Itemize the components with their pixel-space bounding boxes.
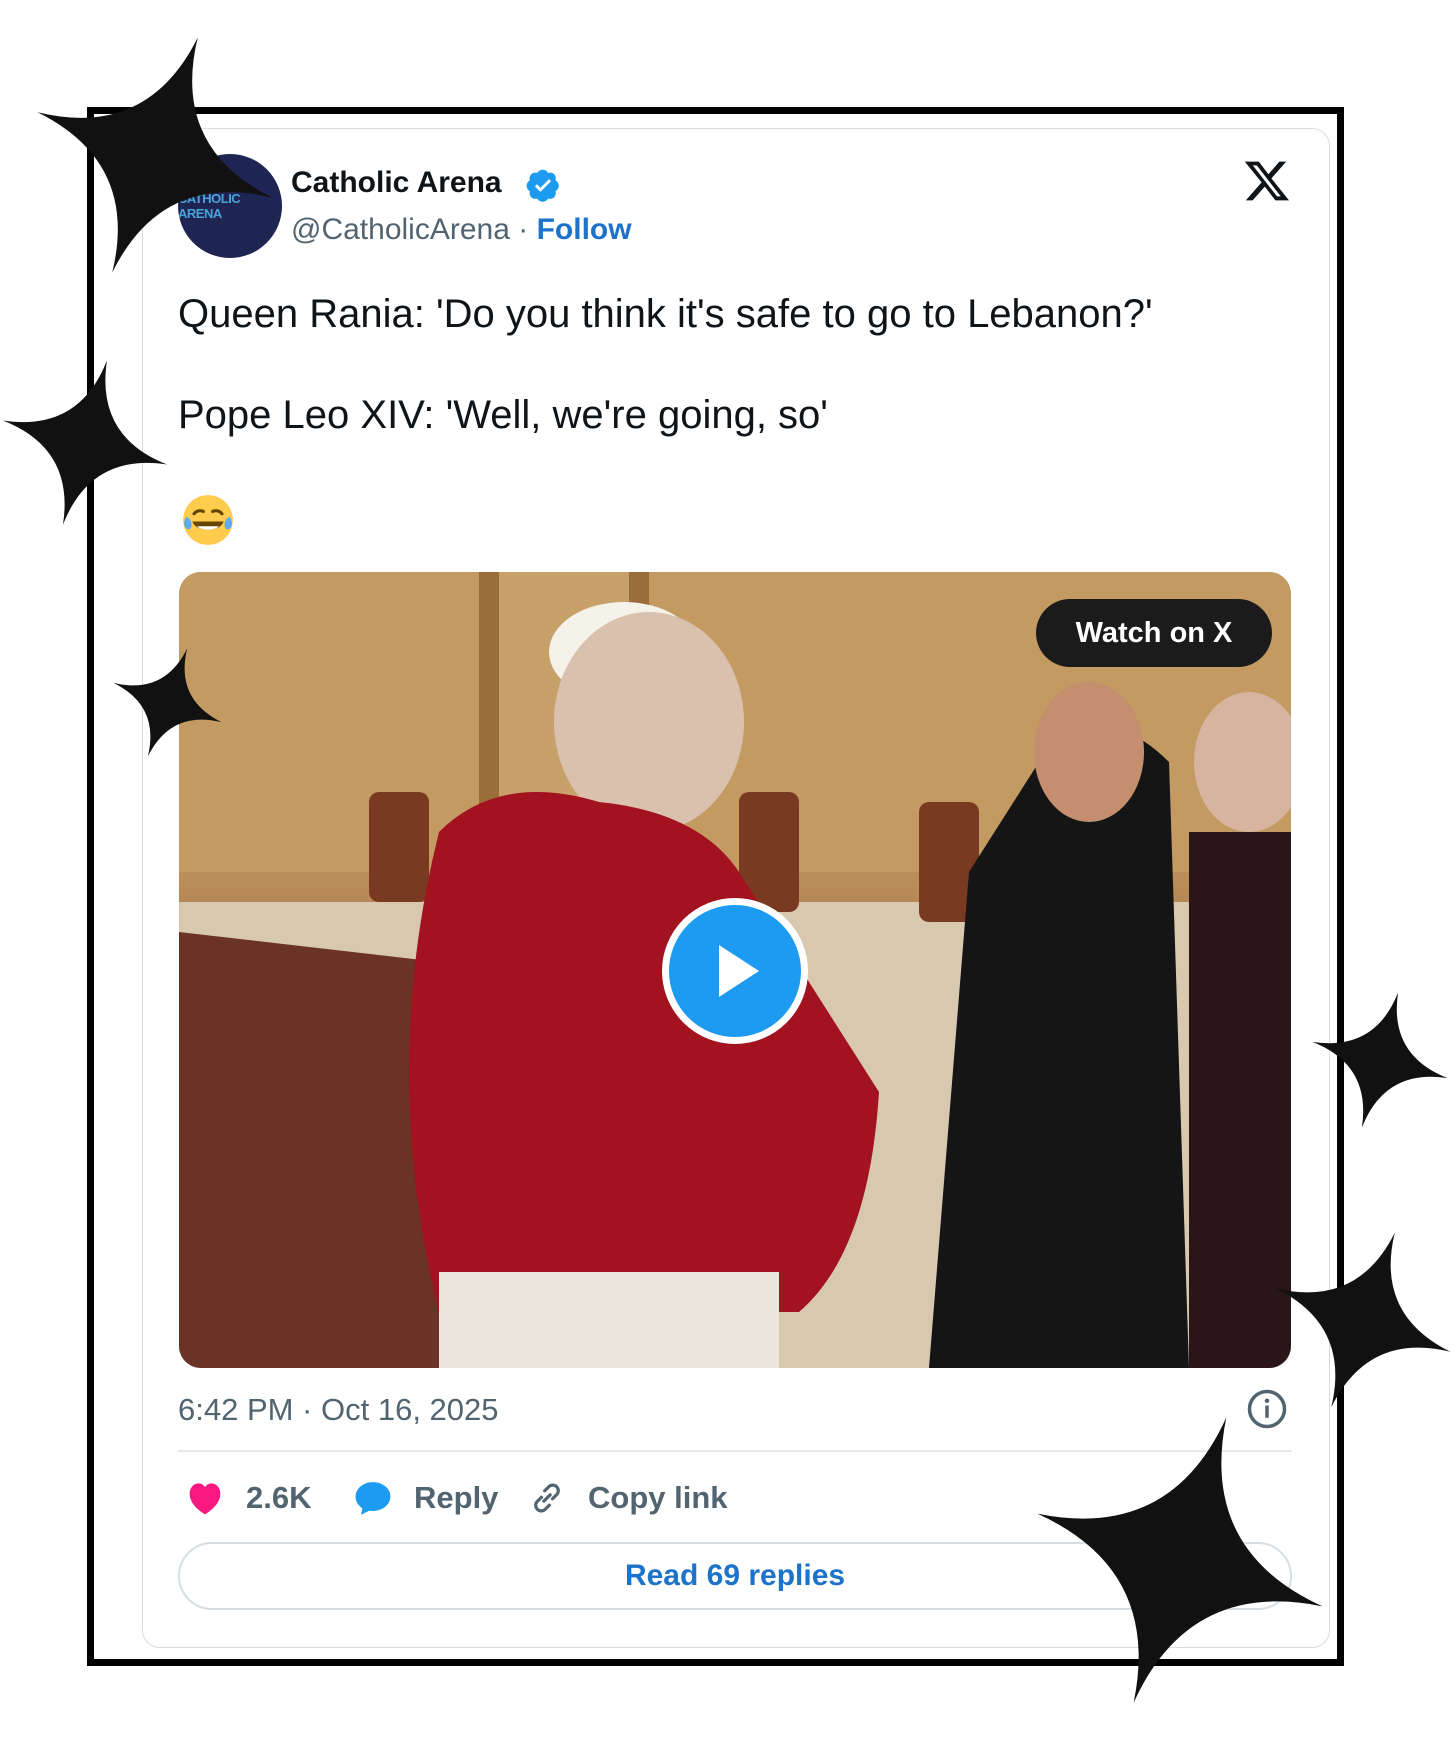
like-count: 2.6K bbox=[246, 1480, 312, 1515]
sparkle-decoration-icon bbox=[2, 360, 168, 525]
verified-badge-icon bbox=[526, 169, 559, 202]
copy-link-button[interactable]: Copy link bbox=[528, 1472, 728, 1524]
play-icon bbox=[719, 945, 759, 997]
tweet-timestamp[interactable]: 6:42 PM · Oct 16, 2025 bbox=[178, 1392, 499, 1428]
follow-button[interactable]: Follow bbox=[537, 213, 632, 246]
tweet-text-line-2: Pope Leo XIV: 'Well, we're going, so' bbox=[178, 393, 828, 437]
author-name[interactable]: Catholic Arena bbox=[291, 166, 502, 200]
like-button[interactable]: 2.6K bbox=[186, 1472, 311, 1524]
sparkle-decoration-icon bbox=[1312, 992, 1448, 1128]
sparkle-decoration-icon bbox=[113, 648, 222, 757]
sparkle-decoration-icon bbox=[1275, 1232, 1451, 1408]
reply-label: Reply bbox=[414, 1480, 499, 1515]
sparkle-decoration-icon bbox=[1037, 1417, 1323, 1703]
watch-on-x-button[interactable]: Watch on X bbox=[1036, 599, 1272, 667]
reply-bubble-icon bbox=[355, 1482, 391, 1515]
play-button[interactable] bbox=[662, 898, 808, 1044]
author-handle[interactable]: @CatholicArena bbox=[291, 213, 510, 246]
reply-button[interactable]: Reply bbox=[354, 1472, 498, 1524]
x-logo-icon[interactable] bbox=[1243, 157, 1291, 205]
copy-link-label: Copy link bbox=[588, 1480, 728, 1515]
handle-separator: · bbox=[518, 213, 529, 246]
link-icon bbox=[534, 1483, 560, 1513]
face-with-tears-of-joy-icon bbox=[183, 495, 233, 545]
heart-icon bbox=[189, 1483, 221, 1515]
handle-row: @CatholicArena · Follow bbox=[291, 213, 632, 247]
tweet-text-line-1: Queen Rania: 'Do you think it's safe to … bbox=[178, 292, 1153, 336]
sparkle-decoration-icon bbox=[37, 37, 273, 273]
